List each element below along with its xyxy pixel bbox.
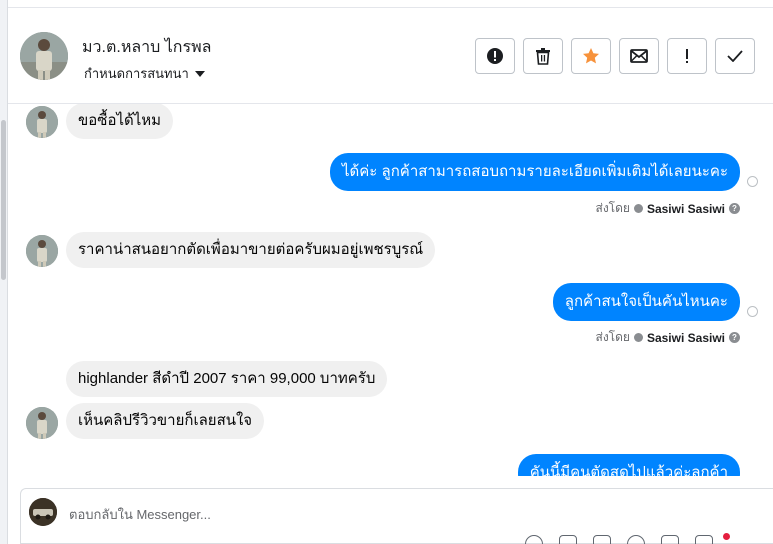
message-thread[interactable]: ขอซื้อได้ไหม ได้ค่ะ ลูกค้าสามารถสอบถามรา… <box>8 104 773 476</box>
outgoing-message: คันนี้มีคนตัดสดไปแล้วค่ะลูกค้า <box>517 454 740 476</box>
assign-conversation-dropdown[interactable]: กำหนดการสนทนา <box>84 63 205 84</box>
star-icon <box>583 48 599 64</box>
delete-button[interactable] <box>523 38 563 74</box>
top-strip <box>8 0 773 8</box>
reply-input[interactable]: ตอบกลับใน Messenger... <box>69 504 211 525</box>
check-icon <box>727 50 743 62</box>
help-icon[interactable]: ? <box>729 332 740 343</box>
outgoing-message: ลูกค้าสนใจเป็นคันไหนคะ <box>552 283 740 321</box>
agent-name: Sasiwi Sasiwi <box>646 330 725 345</box>
envelope-icon <box>630 49 648 63</box>
agent-status-icon <box>633 333 643 342</box>
mark-unread-button[interactable] <box>619 38 659 74</box>
notification-dot <box>723 533 730 540</box>
seen-indicator-icon <box>747 306 758 317</box>
contact-name[interactable]: มว.ต.หลาบ ไกรพล <box>82 35 211 60</box>
image-icon[interactable] <box>593 535 611 544</box>
page-avatar <box>29 498 57 526</box>
tag-icon[interactable] <box>559 535 577 544</box>
assign-label: กำหนดการสนทนา <box>84 66 189 81</box>
contact-avatar-small <box>26 235 58 267</box>
follow-up-button[interactable] <box>667 38 707 74</box>
incoming-message: ขอซื้อได้ไหม <box>66 104 174 139</box>
seen-indicator-icon <box>747 176 758 187</box>
scrollbar-thumb[interactable] <box>1 120 6 280</box>
incoming-message: เห็นคลิปรีวิวขายก็เลยสนใจ <box>66 403 265 439</box>
trash-icon <box>536 48 550 65</box>
conversation-header: มว.ต.หลาบ ไกรพล กำหนดการสนทนา <box>8 8 773 104</box>
spam-button[interactable] <box>475 38 515 74</box>
emoji-icon[interactable] <box>627 535 645 544</box>
action-toolbar <box>475 38 755 74</box>
mark-done-button[interactable] <box>715 38 755 74</box>
contact-avatar-small <box>26 106 58 138</box>
left-scrollbar[interactable] <box>0 0 8 544</box>
exclamation-icon <box>686 49 688 63</box>
sent-by-prefix: ส่งโดย <box>595 330 630 344</box>
sent-by-line: ส่งโดย Sasiwi Sasiwi ? <box>595 328 740 347</box>
incoming-message: ราคาน่าสนอยากตัดเพื่อมาขายต่อครับผมอยู่เ… <box>66 232 436 268</box>
like-icon[interactable] <box>695 535 713 544</box>
alert-circle-icon <box>487 48 503 64</box>
sent-by-line: ส่งโดย Sasiwi Sasiwi ? <box>595 199 740 218</box>
incoming-message: highlander สีดำปี 2007 ราคา 99,000 บาทคร… <box>66 361 388 397</box>
composer-toolbar <box>525 535 713 544</box>
agent-name: Sasiwi Sasiwi <box>646 201 725 216</box>
outgoing-message: ได้ค่ะ ลูกค้าสามารถสอบถามรายละเอียดเพิ่ม… <box>329 153 740 191</box>
contact-avatar[interactable] <box>20 32 68 80</box>
reply-composer[interactable]: ตอบกลับใน Messenger... <box>20 488 773 544</box>
attachment-icon[interactable] <box>525 535 543 544</box>
star-button[interactable] <box>571 38 611 74</box>
contact-avatar-small <box>26 407 58 439</box>
sent-by-prefix: ส่งโดย <box>595 201 630 215</box>
caret-down-icon <box>194 70 205 77</box>
agent-status-icon <box>633 204 643 213</box>
saved-reply-icon[interactable] <box>661 535 679 544</box>
help-icon[interactable]: ? <box>729 203 740 214</box>
